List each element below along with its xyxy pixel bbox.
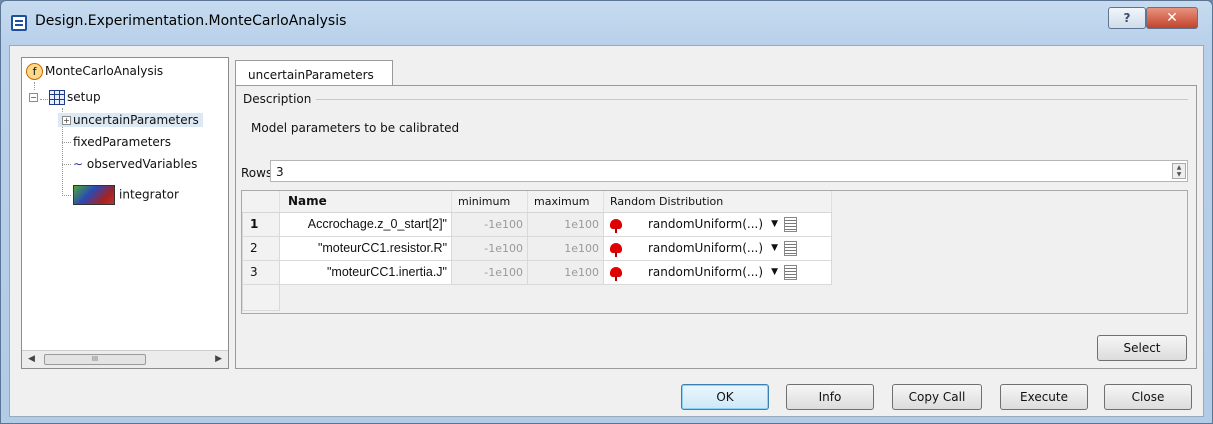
help-button[interactable]: ? — [1108, 7, 1146, 29]
row-index-header — [242, 191, 280, 213]
ok-button[interactable]: OK — [681, 384, 769, 410]
description-label: Description — [243, 92, 312, 106]
copy-call-button[interactable]: Copy Call — [892, 384, 982, 410]
parameter-name-cell[interactable]: Accrochage.z_0_start[2]" — [279, 211, 452, 237]
wave-icon: ∼ — [73, 157, 84, 171]
distribution-pin-icon — [610, 267, 622, 281]
integrator-icon — [73, 185, 115, 205]
column-header-maximum[interactable]: maximum — [527, 191, 604, 213]
row-index: 1 — [242, 211, 280, 237]
dropdown-arrow-icon[interactable]: ▼ — [771, 219, 778, 229]
tree-item-label: setup — [67, 90, 101, 104]
rows-spinner-icon[interactable]: ▲ ▼ — [1172, 163, 1186, 179]
table-row[interactable]: 2 "moteurCC1.resistor.R" -1e100 1e100 ra… — [242, 235, 832, 261]
dropdown-arrow-icon[interactable]: ▼ — [771, 267, 778, 277]
parameter-name-cell[interactable]: "moteurCC1.inertia.J" — [279, 259, 452, 285]
collapse-icon[interactable]: − — [29, 93, 38, 102]
tree-item-integrator[interactable]: integrator — [62, 185, 179, 205]
maximum-cell: 1e100 — [527, 211, 604, 237]
empty-row-index — [242, 283, 280, 311]
execute-button[interactable]: Execute — [1000, 384, 1088, 410]
close-window-button[interactable]: ✕ — [1146, 7, 1198, 29]
list-editor-icon[interactable] — [783, 216, 797, 232]
distribution-pin-icon — [610, 243, 622, 257]
function-icon: f — [26, 63, 43, 80]
dialog-body: f MonteCarloAnalysis − setup + uncertainPar… — [9, 45, 1204, 417]
list-editor-icon[interactable] — [783, 240, 797, 256]
dialog-window: Design.Experimentation.MonteCarloAnalysi… — [0, 0, 1213, 424]
row-index: 2 — [242, 235, 280, 261]
tree-item-label: uncertainParameters — [73, 113, 199, 127]
row-index: 3 — [242, 259, 280, 285]
distribution-value: randomUniform(...) — [648, 264, 764, 279]
table-row[interactable]: 3 "moteurCC1.inertia.J" -1e100 1e100 ran… — [242, 259, 832, 285]
tree-item-label: observedVariables — [86, 157, 198, 171]
distribution-cell[interactable]: randomUniform(...) ▼ — [603, 211, 832, 237]
distribution-cell[interactable]: randomUniform(...) ▼ — [603, 235, 832, 261]
description-text: Model parameters to be calibrated — [251, 121, 460, 135]
tree-item-fixedparameters[interactable]: fixedParameters — [62, 135, 171, 149]
scroll-right-icon[interactable]: ▶ — [215, 354, 222, 364]
tree-item-setup[interactable]: − setup — [29, 90, 101, 105]
dialog-icon — [11, 15, 27, 31]
window-title: Design.Experimentation.MonteCarloAnalysi… — [35, 13, 347, 29]
column-header-random-distribution[interactable]: Random Distribution — [603, 191, 832, 213]
description-divider — [316, 99, 1188, 100]
expand-icon[interactable]: + — [62, 116, 71, 125]
scroll-left-icon[interactable]: ◀ — [28, 354, 35, 364]
column-header-minimum[interactable]: minimum — [451, 191, 528, 213]
tree-item-label: fixedParameters — [73, 135, 171, 149]
table-row[interactable]: 1 Accrochage.z_0_start[2]" -1e100 1e100 … — [242, 211, 832, 237]
minimum-cell: -1e100 — [451, 235, 528, 261]
scroll-thumb[interactable]: III — [44, 354, 146, 365]
component-tree: f MonteCarloAnalysis − setup + uncertainPar… — [21, 57, 229, 369]
distribution-pin-icon — [610, 219, 622, 233]
minimum-cell: -1e100 — [451, 259, 528, 285]
tree-item-uncertainparameters[interactable]: + uncertainParameters — [58, 113, 203, 127]
maximum-cell: 1e100 — [527, 259, 604, 285]
distribution-value: randomUniform(...) — [648, 240, 764, 255]
empty-table-area — [279, 284, 832, 310]
parameters-panel: Description Model parameters to be calib… — [235, 85, 1197, 369]
minimum-cell: -1e100 — [451, 211, 528, 237]
close-button[interactable]: Close — [1104, 384, 1192, 410]
rows-value: 3 — [276, 165, 284, 179]
rows-input[interactable]: 3 ▲ ▼ — [270, 160, 1188, 182]
parameters-table: Name minimum maximum Random Distribution… — [241, 190, 1188, 314]
info-button[interactable]: Info — [786, 384, 874, 410]
record-grid-icon — [49, 90, 65, 105]
tree-horizontal-scrollbar[interactable]: ◀ III ▶ — [22, 350, 228, 368]
parameter-name-cell[interactable]: "moteurCC1.resistor.R" — [279, 235, 452, 261]
dropdown-arrow-icon[interactable]: ▼ — [771, 243, 778, 253]
rows-label: Rows — [241, 166, 273, 180]
select-button[interactable]: Select — [1097, 335, 1187, 361]
tree-item-label: integrator — [119, 187, 179, 202]
tree-item-observedvariables[interactable]: ∼ observedVariables — [62, 157, 197, 171]
tab-uncertainparameters[interactable]: uncertainParameters — [235, 60, 393, 86]
column-header-name[interactable]: Name — [279, 191, 452, 213]
tree-item-label: MonteCarloAnalysis — [45, 64, 164, 78]
title-bar[interactable]: Design.Experimentation.MonteCarloAnalysi… — [1, 1, 1212, 45]
maximum-cell: 1e100 — [527, 235, 604, 261]
distribution-value: randomUniform(...) — [648, 216, 764, 231]
tree-connector — [34, 82, 35, 90]
list-editor-icon[interactable] — [783, 264, 797, 280]
distribution-cell[interactable]: randomUniform(...) ▼ — [603, 259, 832, 285]
tree-item-montecarloanalysis[interactable]: f MonteCarloAnalysis — [26, 63, 163, 80]
